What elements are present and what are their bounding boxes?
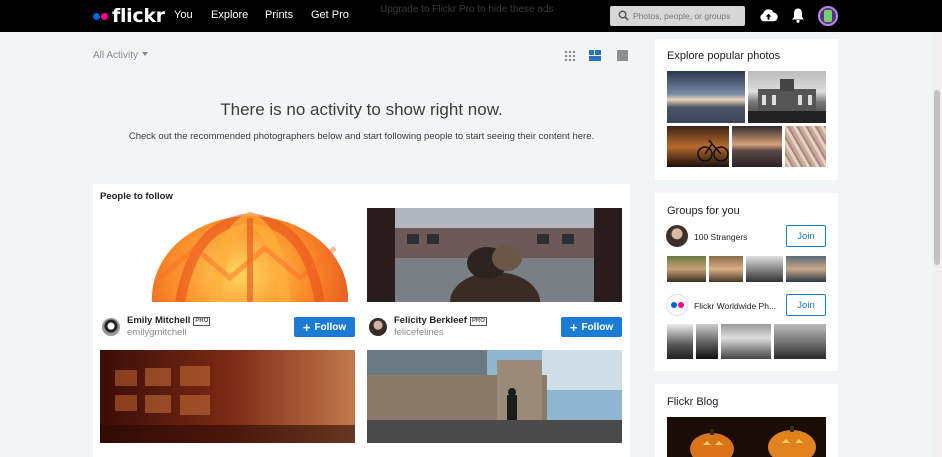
follow-button-emily[interactable]: + Follow: [294, 317, 355, 337]
nav-get-pro[interactable]: Get Pro: [311, 9, 349, 21]
logo-pink-dot: [101, 12, 108, 20]
explore-photo-seascape[interactable]: [732, 126, 782, 167]
group-photo[interactable]: [721, 324, 771, 359]
group-photo[interactable]: [696, 324, 718, 359]
upload-cloud-icon[interactable]: [759, 7, 778, 24]
explore-popular-card: Explore popular photos: [655, 39, 838, 180]
flickr-logo[interactable]: flickr: [93, 5, 165, 27]
group-name-100-strangers[interactable]: 100 Strangers: [694, 232, 747, 242]
group-photo[interactable]: [667, 256, 706, 282]
group-photo[interactable]: [774, 324, 826, 359]
pro-badge: PRO: [469, 317, 487, 326]
activity-filter-label: All Activity: [93, 50, 139, 61]
person-username-felicity: felicefelines: [394, 327, 444, 338]
upgrade-promo-text[interactable]: Upgrade to Flickr Pro to hide these ads: [380, 4, 553, 15]
search-icon: [618, 10, 629, 21]
explore-photo-abstract[interactable]: [785, 126, 826, 167]
search-box[interactable]: [610, 6, 745, 26]
join-button-flickr-worldwide[interactable]: Join: [786, 294, 826, 316]
mosaic-view-icon[interactable]: [589, 50, 601, 61]
person-avatar-emily[interactable]: [102, 318, 120, 336]
explore-photo-road-sunset[interactable]: [667, 71, 745, 123]
grid-view-icon[interactable]: [564, 50, 575, 61]
logo-blue-dot: [93, 12, 100, 20]
people-to-follow-title: People to follow: [100, 191, 173, 202]
group-name-flickr-worldwide[interactable]: Flickr Worldwide Ph...: [694, 301, 776, 311]
person-name-felicity[interactable]: Felicity Berkleef PRO: [394, 315, 487, 326]
blog-photo-pumpkins[interactable]: [667, 417, 826, 457]
person-photo-cat-window[interactable]: [367, 208, 622, 302]
person-photo-balloon[interactable]: [100, 208, 355, 302]
bell-icon[interactable]: [791, 7, 805, 24]
follow-button-felicity[interactable]: + Follow: [561, 317, 622, 337]
balloon-image: [152, 211, 348, 302]
group-photo[interactable]: [786, 256, 826, 282]
person-avatar-felicity[interactable]: [369, 318, 387, 336]
person-photo-drawers[interactable]: [100, 350, 355, 443]
user-avatar[interactable]: [818, 6, 838, 26]
person-name-emily[interactable]: Emily Mitchell PRO: [127, 315, 211, 326]
group-photo[interactable]: [709, 256, 743, 282]
empty-state-subtitle: Check out the recommended photographers …: [128, 131, 595, 142]
building-image: [748, 79, 826, 123]
top-navigation-bar: flickr You Explore Prints Get Pro Upgrad…: [0, 0, 942, 32]
cat-window-image: [367, 208, 622, 302]
person-username-emily: emilygmitchell: [127, 327, 187, 338]
single-view-icon[interactable]: [617, 50, 628, 61]
chevron-down-icon: [142, 52, 149, 56]
groups-for-you-card: Groups for you 100 Strangers Join Flickr…: [655, 193, 838, 371]
bicycle-image: [697, 139, 729, 162]
person-photo-city-jump[interactable]: [367, 350, 622, 443]
drawers-image: [100, 350, 355, 443]
flickr-blog-card: Flickr Blog: [655, 384, 838, 457]
people-to-follow-card: People to follow Emily Mitchell PRO emil…: [93, 184, 630, 457]
activity-filter-dropdown[interactable]: All Activity: [93, 50, 149, 61]
group-photo[interactable]: [667, 324, 693, 359]
group-avatar-100-strangers[interactable]: [666, 225, 688, 247]
explore-popular-title[interactable]: Explore popular photos: [667, 50, 780, 62]
group-avatar-flickr-worldwide[interactable]: [666, 294, 688, 316]
flickr-blog-title[interactable]: Flickr Blog: [667, 396, 718, 408]
logo-wordmark: flickr: [112, 5, 165, 27]
explore-photo-bicycle[interactable]: [667, 126, 729, 167]
scrollbar-thumb[interactable]: [934, 90, 940, 265]
pumpkins-image: [690, 426, 816, 457]
page-scrollbar[interactable]: [932, 32, 942, 457]
pro-badge: PRO: [193, 317, 211, 326]
group-photo[interactable]: [746, 256, 783, 282]
plus-icon: +: [302, 319, 311, 335]
search-input[interactable]: [633, 8, 741, 24]
groups-title[interactable]: Groups for you: [667, 205, 740, 217]
city-jump-image: [367, 350, 622, 443]
nav-prints[interactable]: Prints: [265, 9, 293, 21]
empty-state-title: There is no activity to show right now.: [220, 100, 503, 119]
nav-you[interactable]: You: [174, 9, 193, 21]
nav-explore[interactable]: Explore: [211, 9, 248, 21]
explore-photo-building-bw[interactable]: [748, 71, 826, 123]
plus-icon: +: [569, 319, 578, 335]
join-button-100-strangers[interactable]: Join: [786, 225, 826, 247]
